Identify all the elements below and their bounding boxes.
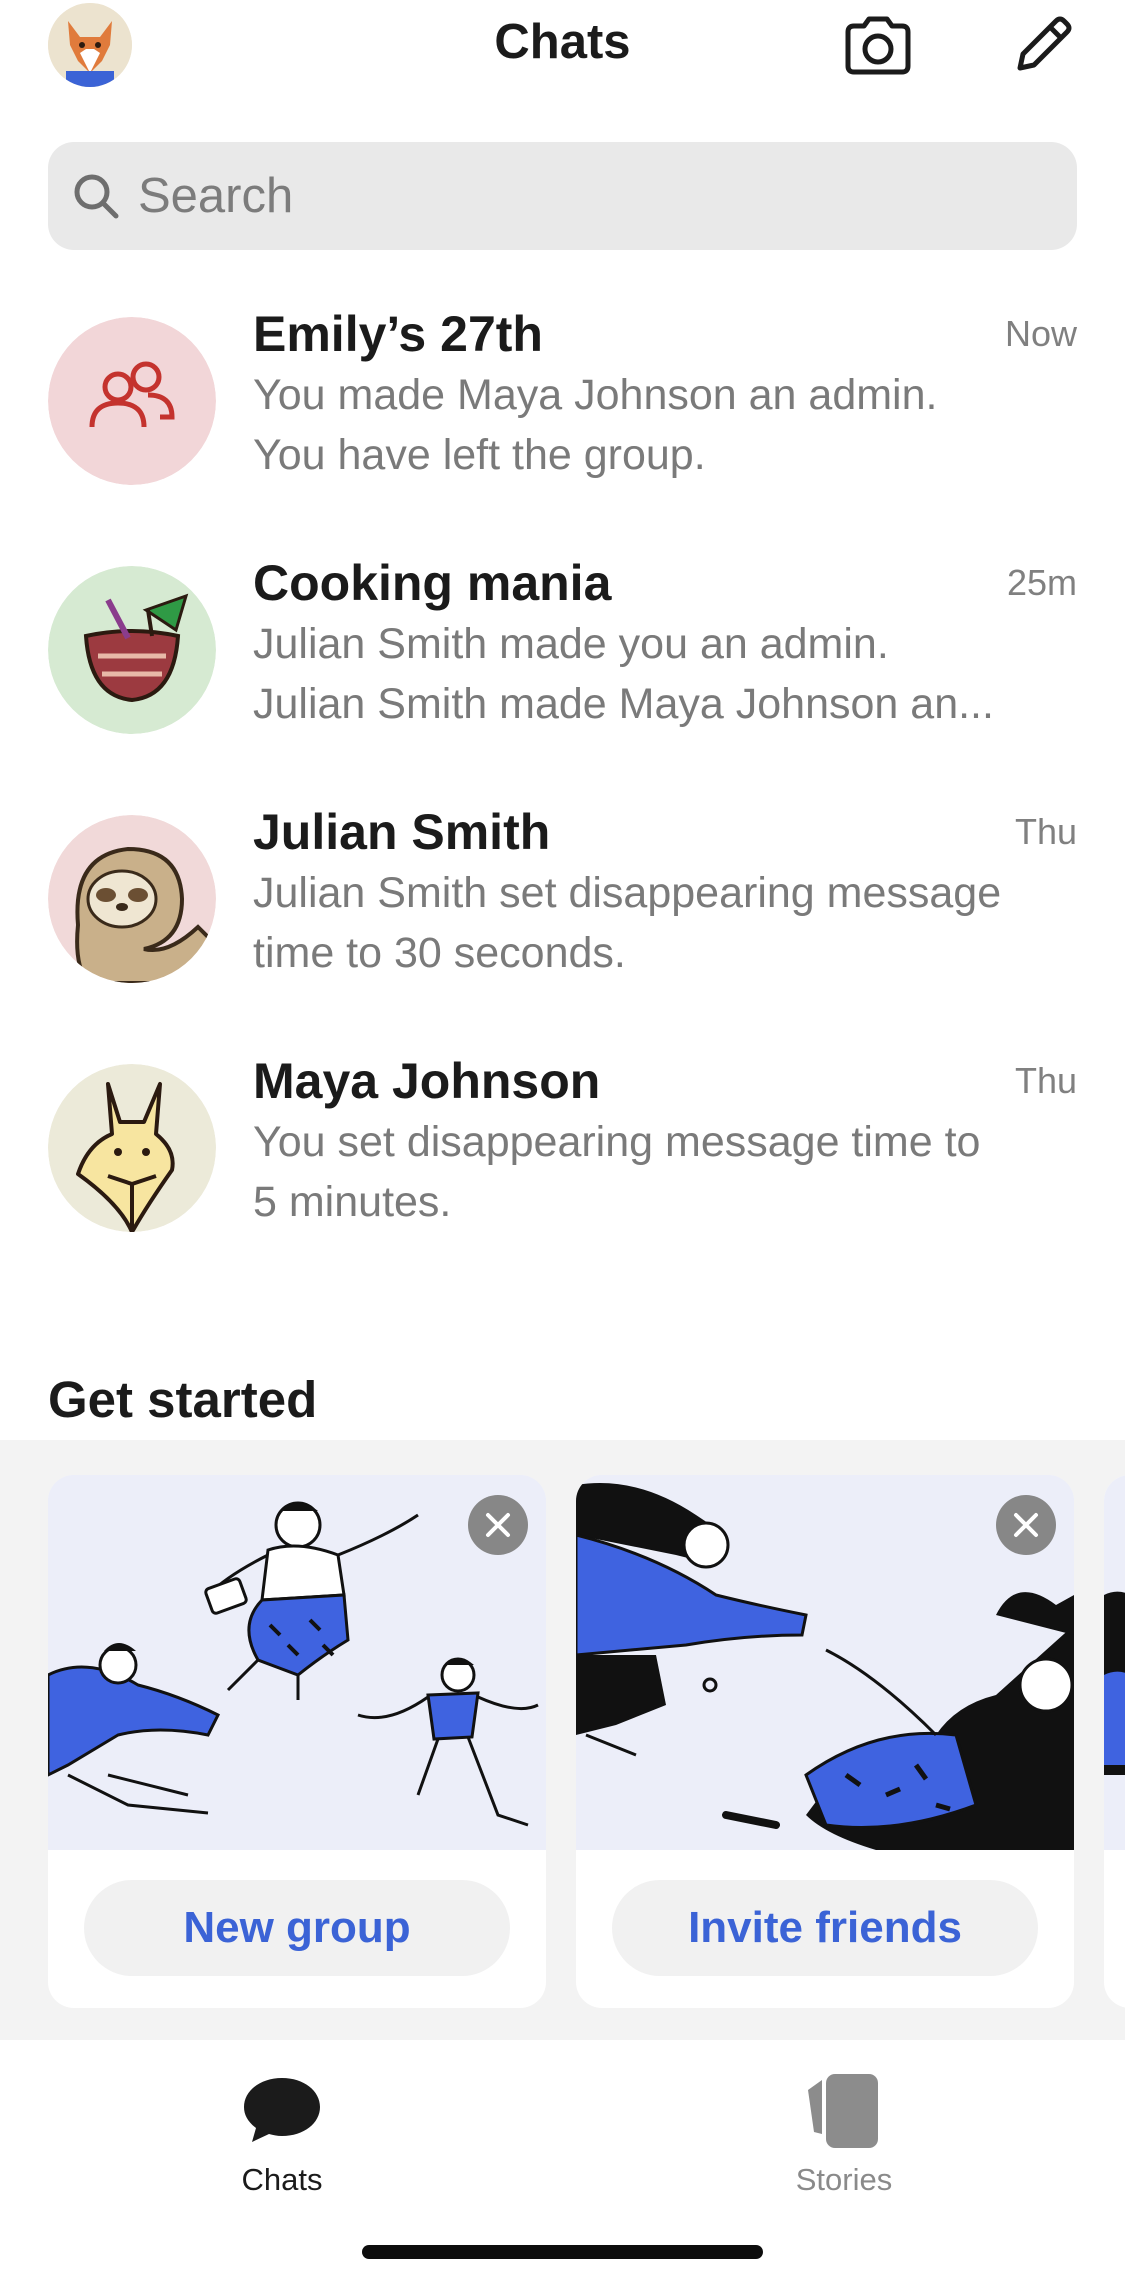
close-icon	[486, 1513, 510, 1537]
chat-list-item[interactable]: Maya Johnson Thu You set disappearing me…	[0, 1052, 1125, 1301]
chat-avatar	[48, 317, 216, 485]
search-icon	[74, 174, 119, 219]
header: Chats	[0, 0, 1125, 100]
chats-screen: Chats Search Emily’s 27th Now You made M…	[0, 0, 1125, 2284]
chat-timestamp: Now	[1004, 313, 1077, 354]
chat-avatar	[48, 815, 216, 983]
chat-timestamp: Thu	[1014, 811, 1077, 852]
chat-avatar	[48, 1064, 216, 1232]
next-card-peek[interactable]	[1104, 1475, 1125, 2008]
group-icon	[48, 317, 216, 485]
chat-list-item[interactable]: Julian Smith Thu Julian Smith set disapp…	[0, 803, 1125, 1052]
home-indicator[interactable]	[362, 2245, 763, 2259]
compose-button[interactable]	[1004, 10, 1080, 82]
chat-timestamp: Thu	[1014, 1060, 1077, 1101]
dismiss-card-button[interactable]	[996, 1495, 1056, 1555]
invite-friends-button[interactable]: Invite friends	[612, 1880, 1038, 1976]
get-started-title: Get started	[48, 1371, 318, 1428]
chat-name: Emily’s 27th	[253, 306, 543, 362]
search-input[interactable]	[136, 167, 1036, 225]
chat-preview-line: You set disappearing message time to	[253, 1118, 981, 1166]
chat-preview-line: 5 minutes.	[253, 1178, 452, 1226]
chat-preview: Julian Smith made you an admin. Julian S…	[253, 614, 1078, 734]
search-bar[interactable]	[48, 142, 1077, 250]
chat-name: Cooking mania	[253, 555, 612, 611]
chat-name: Julian Smith	[253, 804, 551, 860]
chat-preview-line: You made Maya Johnson an admin.	[253, 371, 938, 419]
tab-stories-label: Stories	[795, 2162, 893, 2197]
new-group-button[interactable]: New group	[84, 1880, 510, 1976]
chat-preview-line: Julian Smith set disappearing message	[253, 869, 1002, 917]
camera-button[interactable]	[840, 10, 916, 82]
chat-preview-line: You have left the group.	[253, 431, 706, 479]
sloth-icon	[48, 815, 216, 983]
chat-bubble-icon	[244, 2078, 320, 2142]
chat-preview: You set disappearing message time to 5 m…	[253, 1112, 1078, 1232]
tab-chats-label: Chats	[241, 2162, 323, 2197]
tab-stories[interactable]: Stories	[724, 2060, 964, 2200]
chat-timestamp: 25m	[1006, 562, 1077, 603]
fox-icon	[48, 1064, 216, 1232]
page-title: Chats	[494, 15, 631, 69]
chat-name: Maya Johnson	[253, 1053, 601, 1109]
chat-preview-line: Julian Smith made Maya Johnson an...	[253, 680, 994, 728]
coconut-drink-icon	[48, 566, 216, 734]
chat-list-item[interactable]: Cooking mania 25m Julian Smith made you …	[0, 554, 1125, 803]
chat-preview-line: Julian Smith made you an admin.	[253, 620, 889, 668]
chat-preview: Julian Smith set disappearing message ti…	[253, 863, 1078, 983]
dismiss-card-button[interactable]	[468, 1495, 528, 1555]
chat-avatar	[48, 566, 216, 734]
stories-icon	[808, 2074, 878, 2148]
tab-chats[interactable]: Chats	[162, 2060, 402, 2200]
chat-preview-line: time to 30 seconds.	[253, 929, 626, 977]
invite-friends-card[interactable]: Invite friends	[576, 1475, 1074, 2008]
new-group-card[interactable]: New group	[48, 1475, 546, 2008]
chat-list-item[interactable]: Emily’s 27th Now You made Maya Johnson a…	[0, 305, 1125, 554]
chat-preview: You made Maya Johnson an admin. You have…	[253, 365, 1078, 485]
pencil-icon	[1017, 16, 1072, 71]
close-icon	[1014, 1513, 1038, 1537]
camera-icon	[845, 16, 911, 75]
